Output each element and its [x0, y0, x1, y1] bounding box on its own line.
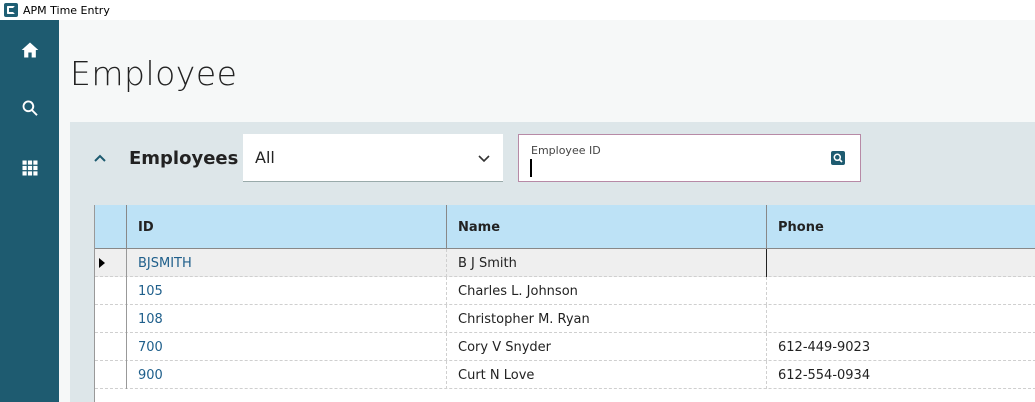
row-phone: [767, 277, 1035, 305]
row-name: Cory V Snyder: [447, 333, 767, 361]
employee-id-input[interactable]: [530, 159, 812, 177]
table-row[interactable]: 108 Christopher M. Ryan: [95, 305, 1035, 333]
employee-id-label: Employee ID: [531, 144, 601, 157]
home-button[interactable]: [0, 28, 59, 72]
employees-grid: ID Name Phone BJSMITH B J Smith 105 Char…: [94, 205, 1035, 402]
row-indicator: [95, 305, 127, 333]
row-id[interactable]: BJSMITH: [127, 249, 447, 277]
row-name: Curt N Love: [447, 361, 767, 389]
grid-header: ID Name Phone: [95, 205, 1035, 249]
row-phone: 612-554-0934: [778, 367, 871, 383]
employee-id-field[interactable]: Employee ID: [518, 134, 861, 182]
column-header-id[interactable]: ID: [127, 205, 447, 249]
row-indicator-header: [95, 205, 127, 249]
lookup-search-icon[interactable]: [831, 151, 845, 165]
table-row[interactable]: BJSMITH B J Smith: [95, 249, 1035, 277]
table-row[interactable]: 105 Charles L. Johnson: [95, 277, 1035, 305]
row-phone: 612-449-9023: [778, 339, 871, 355]
row-selected-indicator: [95, 249, 127, 277]
employees-panel: Employees All Employee ID ID Name Phone: [70, 122, 1035, 402]
table-row[interactable]: 900 Curt N Love 612-554-0934: [95, 361, 1035, 389]
row-phone: [767, 305, 1035, 333]
main-content: Employee Employees All Employee ID ID Na…: [59, 20, 1035, 402]
column-header-phone[interactable]: Phone: [767, 205, 1035, 249]
row-id[interactable]: 108: [127, 305, 447, 333]
row-indicator: [95, 333, 127, 361]
app-title: APM Time Entry: [23, 3, 110, 17]
sidebar: [0, 20, 59, 402]
apps-button[interactable]: [0, 146, 59, 190]
employee-filter-select[interactable]: All: [243, 134, 503, 182]
row-id[interactable]: 700: [127, 333, 447, 361]
page-title: Employee: [70, 54, 238, 93]
collapse-button[interactable]: [90, 148, 110, 168]
search-icon: [22, 100, 38, 116]
search-button[interactable]: [0, 86, 59, 130]
row-id[interactable]: 105: [127, 277, 447, 305]
column-header-name[interactable]: Name: [447, 205, 767, 249]
table-row[interactable]: 700 Cory V Snyder 612-449-9023: [95, 333, 1035, 361]
row-name: Charles L. Johnson: [447, 277, 767, 305]
chevron-up-icon: [94, 154, 106, 162]
caret-right-icon: [98, 258, 105, 268]
panel-label: Employees: [129, 148, 239, 169]
row-name: B J Smith: [447, 249, 767, 277]
row-phone: [767, 249, 1035, 277]
app-logo-icon: [4, 3, 18, 17]
home-icon: [21, 42, 38, 58]
row-indicator: [95, 361, 127, 389]
grid-icon: [22, 160, 37, 176]
chevron-down-icon: [478, 155, 490, 163]
title-bar: APM Time Entry: [0, 0, 1035, 20]
row-indicator: [95, 277, 127, 305]
row-id[interactable]: 900: [127, 361, 447, 389]
filter-selected-value: All: [255, 148, 275, 167]
row-name: Christopher M. Ryan: [447, 305, 767, 333]
